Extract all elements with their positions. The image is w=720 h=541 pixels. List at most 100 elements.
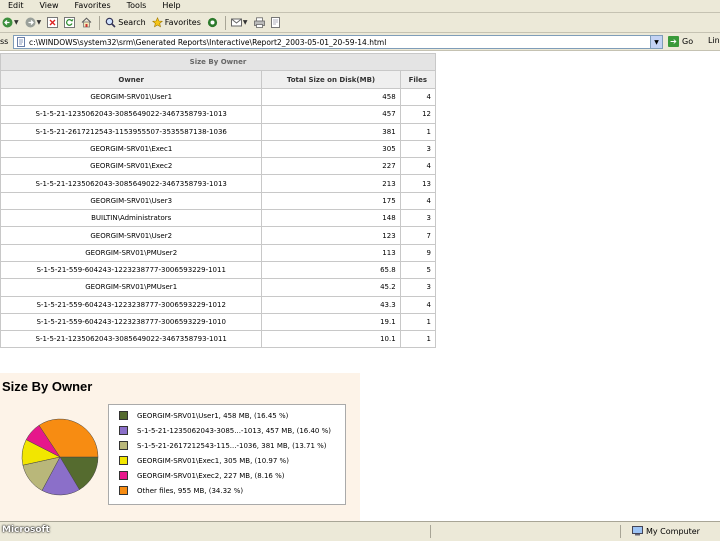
cell-files: 4 xyxy=(399,157,437,176)
table-row: GEORGIM-SRV01\PMUser2 113 9 xyxy=(0,243,437,262)
address-dropdown-button[interactable]: ▼ xyxy=(650,36,662,48)
cell-files: 3 xyxy=(399,209,437,228)
cell-files: 3 xyxy=(399,278,437,297)
table-row: GEORGIM-SRV01\Exec2 227 4 xyxy=(0,157,437,176)
legend-label: GEORGIM-SRV01\Exec2, 227 MB, (8.16 %) xyxy=(137,471,285,480)
mail-button[interactable]: ▼ xyxy=(229,15,250,31)
stop-icon xyxy=(47,17,59,28)
table-row: S-1-5-21-559-604243-1223238777-300659322… xyxy=(0,295,437,314)
cell-size: 19.1 xyxy=(261,312,401,332)
menu-favorites[interactable]: Favorites xyxy=(66,0,118,12)
cell-owner: S-1-5-21-1235062043-3085649022-346735879… xyxy=(0,330,263,349)
cell-files: 3 xyxy=(399,139,437,159)
links-toolbar[interactable]: Lin xyxy=(708,36,720,45)
toolbar-separator xyxy=(224,15,226,30)
pie-chart xyxy=(21,418,99,496)
chevron-down-icon: ▼ xyxy=(14,19,19,26)
forward-button[interactable]: ▼ xyxy=(23,15,44,31)
table-row: GEORGIM-SRV01\PMUser1 45.2 3 xyxy=(0,278,437,297)
menu-help[interactable]: Help xyxy=(154,0,188,12)
favorites-button[interactable]: Favorites xyxy=(150,15,203,31)
menu-view[interactable]: View xyxy=(32,0,67,12)
address-url: c:\WINDOWS\system32\srm\Generated Report… xyxy=(29,37,387,47)
my-computer-icon xyxy=(632,526,643,536)
cell-size: 381 xyxy=(261,122,401,141)
cell-files: 4 xyxy=(399,295,437,314)
cell-owner: S-1-5-21-1235062043-3085649022-346735879… xyxy=(0,174,263,193)
media-button[interactable] xyxy=(205,15,220,31)
cell-owner: S-1-5-21-559-604243-1223238777-300659322… xyxy=(0,295,263,314)
table-row: GEORGIM-SRV01\User2 123 7 xyxy=(0,226,437,245)
legend-item: GEORGIM-SRV01\User1, 458 MB, (16.45 %) xyxy=(119,411,288,420)
cell-size: 43.3 xyxy=(261,295,401,314)
search-label: Search xyxy=(118,18,146,27)
cell-owner: S-1-5-21-1235062043-3085649022-346735879… xyxy=(0,105,263,124)
cell-owner: S-1-5-21-559-604243-1223238777-300659322… xyxy=(0,260,263,280)
cell-size: 10.1 xyxy=(261,330,401,349)
cell-owner: GEORGIM-SRV01\PMUser2 xyxy=(0,243,263,262)
legend-label: Other files, 955 MB, (34.32 %) xyxy=(137,486,244,495)
search-button[interactable]: Search xyxy=(103,15,147,31)
cell-files: 12 xyxy=(399,105,437,124)
cell-size: 305 xyxy=(261,139,401,159)
menu-bar: Edit View Favorites Tools Help xyxy=(0,0,720,13)
cell-owner: GEORGIM-SRV01\User3 xyxy=(0,191,263,211)
security-zone: My Computer xyxy=(632,526,700,536)
edit-button[interactable] xyxy=(269,15,284,31)
table-row: GEORGIM-SRV01\User3 175 4 xyxy=(0,191,437,211)
toolbar-separator xyxy=(99,15,101,30)
cell-owner: BUILTIN\Administrators xyxy=(0,209,263,228)
document-icon xyxy=(17,37,26,47)
cell-size: 227 xyxy=(261,157,401,176)
cell-owner: GEORGIM-SRV01\Exec2 xyxy=(0,157,263,176)
home-button[interactable] xyxy=(79,15,94,31)
cell-files: 9 xyxy=(399,243,437,262)
chevron-down-icon: ▼ xyxy=(36,19,42,26)
print-button[interactable] xyxy=(252,15,267,31)
legend-item: GEORGIM-SRV01\Exec1, 305 MB, (10.97 %) xyxy=(119,456,289,465)
cell-size: 113 xyxy=(261,243,401,262)
address-label: ss xyxy=(0,37,9,46)
legend-item: Other files, 955 MB, (34.32 %) xyxy=(119,486,243,495)
go-label: Go xyxy=(682,37,694,46)
menu-tools[interactable]: Tools xyxy=(119,0,155,12)
cell-size: 457 xyxy=(261,105,401,124)
table-row: S-1-5-21-1235062043-3085649022-346735879… xyxy=(0,330,437,349)
favorites-label: Favorites xyxy=(164,18,201,27)
legend-label: S-1-5-21-1235062043-3085...-1013, 457 MB… xyxy=(137,426,331,435)
address-input[interactable]: c:\WINDOWS\system32\srm\Generated Report… xyxy=(13,35,663,49)
cell-size: 45.2 xyxy=(261,278,401,297)
chevron-down-icon: ▼ xyxy=(654,38,659,46)
cell-files: 1 xyxy=(399,312,437,332)
cell-files: 5 xyxy=(399,260,437,280)
go-button[interactable]: ➔ Go xyxy=(668,36,693,47)
menu-edit[interactable]: Edit xyxy=(0,0,32,12)
table-row: S-1-5-21-1235062043-3085649022-346735879… xyxy=(0,105,437,124)
cell-files: 4 xyxy=(399,191,437,211)
cell-owner: GEORGIM-SRV01\PMUser1 xyxy=(0,278,263,297)
legend-swatch xyxy=(119,471,128,480)
cell-owner: S-1-5-21-559-604243-1223238777-300659322… xyxy=(0,312,263,332)
legend-swatch xyxy=(119,426,128,435)
legend-label: S-1-5-21-2617212543-115...-1036, 381 MB,… xyxy=(137,441,327,450)
edit-page-icon xyxy=(270,17,282,28)
cell-owner: GEORGIM-SRV01\User2 xyxy=(0,226,263,245)
stop-button[interactable] xyxy=(45,15,60,31)
cell-files: 13 xyxy=(399,174,437,193)
legend-item: S-1-5-21-1235062043-3085...-1013, 457 MB… xyxy=(119,426,331,435)
cell-files: 4 xyxy=(399,87,437,107)
legend-swatch xyxy=(119,456,128,465)
column-header-files[interactable]: Files xyxy=(399,70,437,89)
legend-swatch xyxy=(119,486,128,495)
table-caption: Size By Owner xyxy=(0,53,436,71)
refresh-button[interactable] xyxy=(62,15,77,31)
cell-files: 1 xyxy=(399,122,437,141)
cell-size: 175 xyxy=(261,191,401,211)
back-button[interactable]: ▼ xyxy=(0,15,21,31)
column-header-size[interactable]: Total Size on Disk(MB) xyxy=(261,70,401,89)
legend-label: GEORGIM-SRV01\Exec1, 305 MB, (10.97 %) xyxy=(137,456,289,465)
legend-swatch xyxy=(119,441,128,450)
cell-files: 7 xyxy=(399,226,437,245)
cell-owner: GEORGIM-SRV01\User1 xyxy=(0,87,263,107)
column-header-owner[interactable]: Owner xyxy=(0,70,263,89)
